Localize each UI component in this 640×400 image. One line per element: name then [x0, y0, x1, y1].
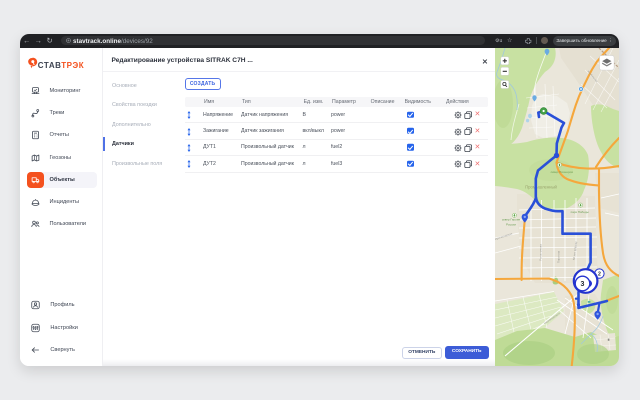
- svg-text:сквер Пионеров: сквер Пионеров: [551, 170, 574, 174]
- svg-text:Рогожникова: Рогожникова: [539, 243, 543, 260]
- svg-text:2: 2: [598, 271, 601, 277]
- svg-text:России: России: [506, 222, 516, 226]
- svg-text:парк Победы: парк Победы: [571, 210, 589, 214]
- svg-text:сквер Героев: сквер Героев: [502, 217, 521, 221]
- svg-text:Промышленный: Промышленный: [525, 184, 557, 189]
- svg-text:Пирогова: Пирогова: [557, 250, 561, 263]
- svg-text:3: 3: [581, 281, 585, 288]
